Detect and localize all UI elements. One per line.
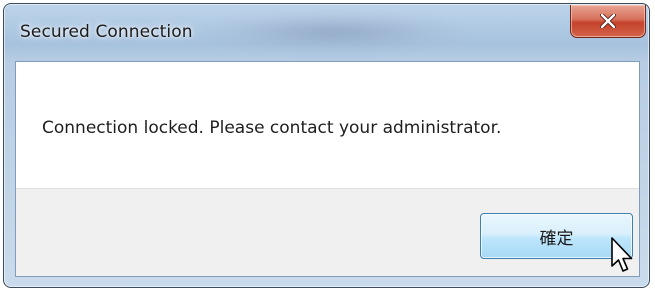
close-icon [600,14,616,28]
title-bar[interactable]: Secured Connection [4,4,649,62]
title-bar-glow [204,12,464,52]
dialog-title: Secured Connection [20,22,193,42]
dialog-window: Secured Connection Connection locked. Pl… [3,3,650,288]
button-bar: 確定 [16,188,639,276]
dialog-content: Connection locked. Please contact your a… [15,61,640,277]
close-button[interactable] [570,5,646,38]
ok-button[interactable]: 確定 [480,213,633,259]
message-text: Connection locked. Please contact your a… [42,118,502,138]
message-area: Connection locked. Please contact your a… [16,62,639,188]
